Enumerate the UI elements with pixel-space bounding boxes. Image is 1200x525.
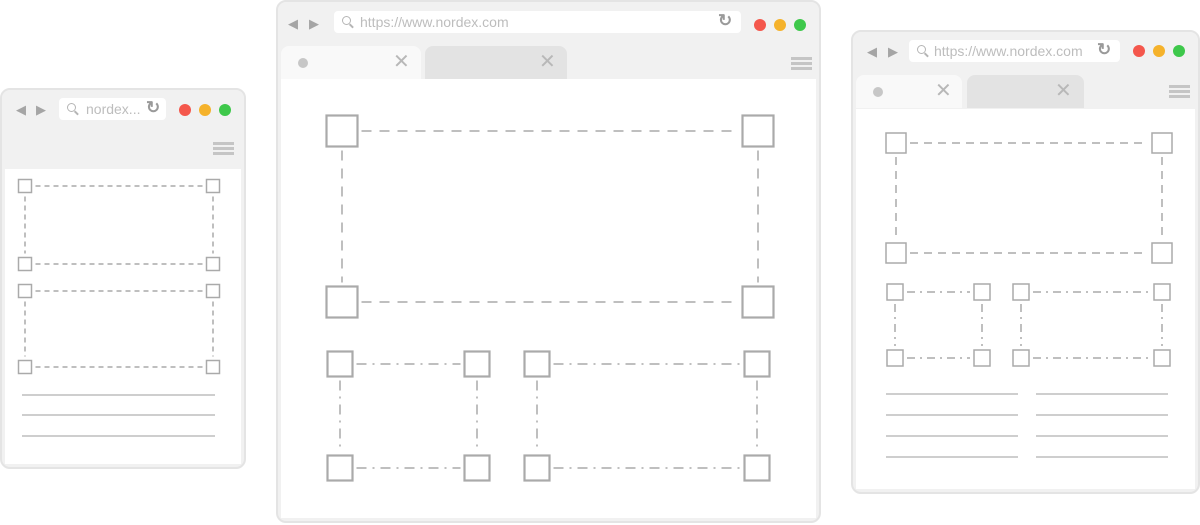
- corner-handle: [463, 454, 491, 482]
- corner-handle: [523, 350, 551, 378]
- corner-handle: [205, 283, 221, 299]
- corner-handle: [17, 359, 33, 375]
- corner-handle: [17, 283, 33, 299]
- corner-handle: [885, 132, 907, 154]
- corner-handle: [17, 256, 33, 272]
- corner-handle: [463, 350, 491, 378]
- corner-handle: [973, 283, 991, 301]
- corner-handle: [326, 454, 354, 482]
- corner-handle: [1153, 349, 1171, 367]
- corner-handle: [1151, 132, 1173, 154]
- corner-handle: [886, 283, 904, 301]
- corner-handle: [1153, 283, 1171, 301]
- corner-handle: [326, 350, 354, 378]
- corner-handle: [743, 350, 771, 378]
- wireframe-group: [17, 114, 1173, 482]
- corner-handle: [523, 454, 551, 482]
- corner-handle: [205, 178, 221, 194]
- corner-handle: [205, 256, 221, 272]
- corner-handle: [17, 178, 33, 194]
- corner-handle: [741, 285, 775, 319]
- corner-handle: [205, 359, 221, 375]
- corner-handle: [1012, 349, 1030, 367]
- corner-handle: [325, 285, 359, 319]
- corner-handle: [741, 114, 775, 148]
- corner-handle: [973, 349, 991, 367]
- corner-handle: [885, 242, 907, 264]
- corner-handle: [325, 114, 359, 148]
- corner-handle: [1012, 283, 1030, 301]
- corner-handle: [743, 454, 771, 482]
- corner-handle: [886, 349, 904, 367]
- wireframe-layer: [17, 114, 1173, 482]
- corner-handle: [1151, 242, 1173, 264]
